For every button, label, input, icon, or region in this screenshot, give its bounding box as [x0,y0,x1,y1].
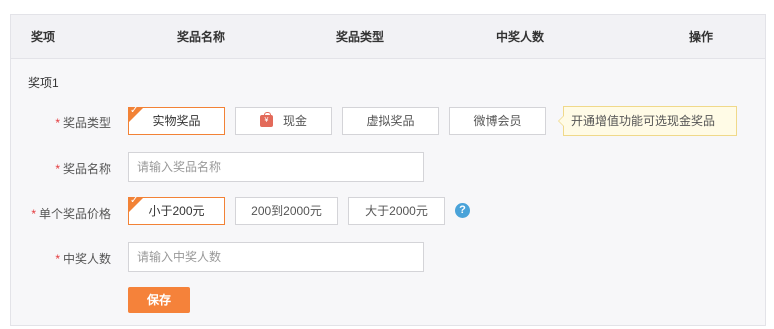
column-header-winner-count: 中奖人数 [496,30,545,44]
winners-input[interactable]: 请输入中奖人数 [128,242,424,272]
option-label: 小于200元 [148,204,205,218]
prize-type-label: 奖品类型 [62,116,111,130]
save-button[interactable]: 保存 [128,287,190,313]
required-mark: * [55,162,60,176]
winners-label-row: * 中奖人数 [11,250,111,266]
required-mark: * [55,252,60,266]
unit-price-label-row: * 单个奖品价格 [11,205,111,221]
prize-name-label-row: * 奖品名称 [11,160,111,176]
winners-label: 中奖人数 [62,252,111,266]
option-label: 虚拟奖品 [366,114,415,128]
red-envelope-icon: ¥ [259,112,273,127]
input-placeholder: 请输入中奖人数 [137,250,222,264]
tooltip-arrow-inner [559,116,564,126]
question-icon[interactable]: ? [455,203,470,218]
option-label: 实物奖品 [152,114,201,128]
option-label: 200到2000元 [251,204,322,218]
column-header-prize-type: 奖品类型 [336,30,385,44]
column-header-actions: 操作 [689,30,714,44]
column-header-prize-name: 奖品名称 [177,30,226,44]
check-icon: ✓ [130,195,139,206]
option-label: 大于2000元 [365,204,428,218]
prize-type-option-physical[interactable]: ✓ 实物奖品 [128,105,225,135]
prize-type-option-weibo-vip[interactable]: 微博会员 [449,107,546,135]
unit-price-label: 单个奖品价格 [38,207,111,221]
tooltip-text: 开通增值功能可选现金奖品 [571,114,716,128]
option-label: 微博会员 [473,114,522,128]
prize-type-option-cash[interactable]: ¥ 现金 [235,107,332,135]
prize-name-label: 奖品名称 [62,162,111,176]
section-title: 奖项1 [28,76,59,90]
prize-name-input[interactable]: 请输入奖品名称 [128,152,424,182]
input-placeholder: 请输入奖品名称 [137,160,222,174]
table-header: 奖项 奖品名称 奖品类型 中奖人数 操作 [11,15,765,59]
check-icon: ✓ [130,105,139,116]
prize-type-option-virtual[interactable]: 虚拟奖品 [342,107,439,135]
price-option-under-200[interactable]: ✓ 小于200元 [128,195,225,225]
price-option-200-to-2000[interactable]: 200到2000元 [235,197,338,225]
option-label: 现金 [282,114,307,128]
price-option-over-2000[interactable]: 大于2000元 [348,197,445,225]
prize-settings-panel: 奖项 奖品名称 奖品类型 中奖人数 操作 奖项1 * 奖品类型 ✓ 实物奖品 ¥ 现… [10,14,766,326]
prize-type-label-row: * 奖品类型 [11,114,111,130]
cash-prize-tooltip: 开通增值功能可选现金奖品 [558,106,737,136]
column-header-prize-item: 奖项 [31,30,56,44]
required-mark: * [31,207,36,221]
required-mark: * [55,116,60,130]
